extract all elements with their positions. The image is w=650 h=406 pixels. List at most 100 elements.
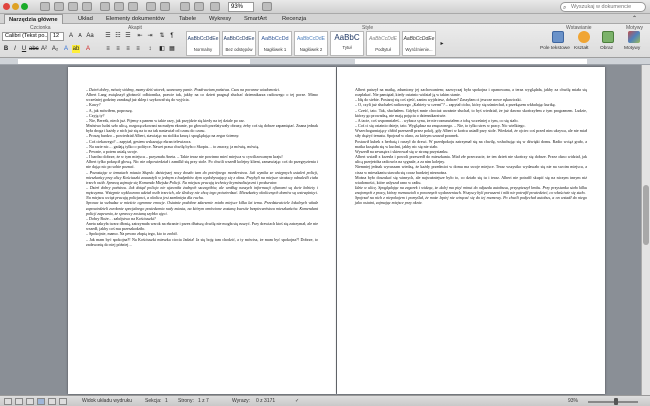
view-mode-label: Widok układu wydruku (82, 398, 133, 404)
group-title-insert: Wstawianie (566, 25, 592, 31)
insert-picture-label[interactable]: Obraz (600, 46, 613, 51)
vertical-scrollbar[interactable] (641, 65, 650, 395)
search-input[interactable]: ⌕ Wyszukaj w dokumencie (560, 2, 646, 12)
spelling-check-icon[interactable]: ✓ (295, 396, 299, 406)
align-left-icon[interactable]: ≡ (104, 45, 112, 53)
align-center-icon[interactable]: ≡ (114, 45, 122, 53)
style-emphasis[interactable]: AaBbCcDdEe Wyróżnienie... (402, 31, 436, 56)
help-icon[interactable] (262, 2, 272, 11)
style-no-spacing[interactable]: AaBbCcDdEe Bez odstępów (222, 31, 256, 56)
tab-document-elements[interactable]: Elementy dokumentów (102, 14, 169, 24)
highlight-icon[interactable]: ab (72, 45, 80, 53)
change-case-icon[interactable]: Aa (86, 32, 94, 40)
page-text[interactable]: Albert patrzył na matkę, zdumiony jej za… (355, 87, 587, 387)
italic-icon[interactable]: I (11, 45, 19, 53)
style-title[interactable]: AaBbC Tytuł (330, 31, 364, 56)
publishing-view-icon[interactable] (26, 398, 34, 405)
tab-review[interactable]: Recenzja (278, 14, 310, 24)
print-layout-view-icon[interactable] (37, 398, 45, 405)
words-label: Wyrazy: (232, 398, 251, 404)
focus-view-icon[interactable] (59, 398, 67, 405)
shrink-font-icon[interactable]: A (76, 32, 84, 40)
sidebar-icon[interactable] (210, 2, 220, 11)
themes-label[interactable]: Motywy (624, 46, 640, 51)
style-preview: AaBbCcDdE (368, 36, 398, 42)
tab-layout[interactable]: Układ (74, 14, 97, 24)
decrease-indent-icon[interactable]: ⇤ (136, 32, 144, 40)
print-icon[interactable] (82, 2, 92, 11)
superscript-icon[interactable]: A² (40, 45, 48, 53)
increase-indent-icon[interactable]: ⇥ (146, 32, 154, 40)
document-page-left[interactable]: – Dzień dobry, mówię siódmy, mamy dziś w… (68, 67, 336, 394)
font-name-select[interactable]: Calibri (Tekst po... (2, 32, 48, 41)
zoom-slider[interactable] (588, 401, 638, 403)
open-icon[interactable] (54, 2, 64, 11)
sort-icon[interactable]: ⇅ (158, 32, 166, 40)
justify-icon[interactable]: ≡ (134, 45, 142, 53)
show-formatting-icon[interactable]: ¶ (168, 32, 176, 40)
grow-font-icon[interactable]: A (67, 32, 75, 40)
strikethrough-icon[interactable]: abc (29, 45, 39, 53)
align-right-icon[interactable]: ≡ (124, 45, 132, 53)
underline-icon[interactable]: U (20, 45, 28, 53)
paragraph: – Dzień dobry państwu. Jak dotąd policja… (86, 184, 318, 201)
font-size-select[interactable]: 12 (50, 32, 64, 41)
tab-smartart[interactable]: SmartArt (240, 14, 271, 24)
font-color-icon[interactable]: A (84, 45, 92, 53)
document-page-right[interactable]: Albert patrzył na matkę, zdumiony jej za… (337, 67, 605, 394)
cut-icon[interactable] (100, 2, 110, 11)
subscript-icon[interactable]: A₂ (51, 45, 59, 53)
status-bar: Widok układu wydruku Sekcja: 1 Strony: 1… (0, 395, 650, 406)
page-text[interactable]: – Dzień dobry, mówię siódmy, mamy dziś w… (86, 87, 318, 387)
shading-icon[interactable]: ◧ (158, 45, 166, 53)
search-icon: ⌕ (563, 5, 567, 11)
zoom-slider-knob[interactable] (614, 398, 618, 405)
style-subtitle[interactable]: AaBbCcDdE Podtytuł (366, 31, 400, 56)
shape-icon[interactable] (578, 31, 590, 43)
zoom-window-button[interactable] (21, 3, 28, 10)
picture-icon[interactable] (602, 31, 614, 43)
paste-icon[interactable] (128, 2, 138, 11)
insert-text-box-label[interactable]: Pole tekstowe (540, 46, 570, 51)
bold-icon[interactable]: B (2, 45, 10, 53)
new-document-icon[interactable] (40, 2, 50, 11)
notebook-view-icon[interactable] (48, 398, 56, 405)
collapse-ribbon-icon[interactable]: ⌃ (628, 14, 641, 24)
minimize-window-button[interactable] (12, 3, 19, 10)
copy-icon[interactable] (114, 2, 124, 11)
zoom-select[interactable]: 93% (228, 2, 254, 12)
tab-charts[interactable]: Wykresy (205, 14, 235, 24)
redo-icon[interactable] (160, 2, 170, 11)
line-spacing-icon[interactable]: ↕ (146, 45, 154, 53)
status-zoom-value: 93% (568, 398, 579, 404)
bullets-icon[interactable]: ☰ (104, 32, 112, 40)
insert-shape-label[interactable]: Kształt (574, 46, 588, 51)
tab-tables[interactable]: Tabele (175, 14, 200, 24)
paragraph: Albert wsiadł z krzesła i powoli przesze… (355, 154, 587, 165)
draft-view-icon[interactable] (4, 398, 12, 405)
scrollbar-thumb[interactable] (643, 185, 649, 245)
paragraph: – O, czyli już słuchałeś radiowego „Kabi… (355, 102, 556, 108)
table-icon[interactable] (180, 2, 190, 11)
styles-more-icon[interactable]: ▸ (438, 40, 446, 48)
style-heading-1[interactable]: AaBbCcDd Nagłówek 1 (258, 31, 292, 56)
style-label: Tytuł (342, 45, 352, 50)
horizontal-ruler[interactable] (0, 58, 650, 65)
save-icon[interactable] (68, 2, 78, 11)
undo-icon[interactable] (146, 2, 156, 11)
text-box-icon[interactable] (552, 31, 564, 43)
numbering-icon[interactable]: ☷ (114, 32, 122, 40)
close-window-button[interactable] (3, 3, 10, 10)
themes-icon[interactable] (628, 31, 640, 43)
paragraph: Idzie w ulicę. Spoglądając na zegarek i … (355, 184, 587, 196)
ruler-text-area (18, 59, 250, 64)
borders-icon[interactable]: ▦ (168, 45, 176, 53)
text-effects-icon[interactable]: A (62, 45, 70, 53)
columns-icon[interactable] (194, 2, 204, 11)
pages-value: 1 z 7 (198, 398, 209, 404)
style-heading-2[interactable]: AaBbCcDdE Nagłówek 2 (294, 31, 328, 56)
outline-view-icon[interactable] (15, 398, 23, 405)
multilevel-list-icon[interactable]: ☰ (124, 32, 132, 40)
tab-home[interactable]: Narzędzia główne (4, 14, 63, 24)
style-normal[interactable]: AaBbCcDdEe Normalny (186, 31, 220, 56)
